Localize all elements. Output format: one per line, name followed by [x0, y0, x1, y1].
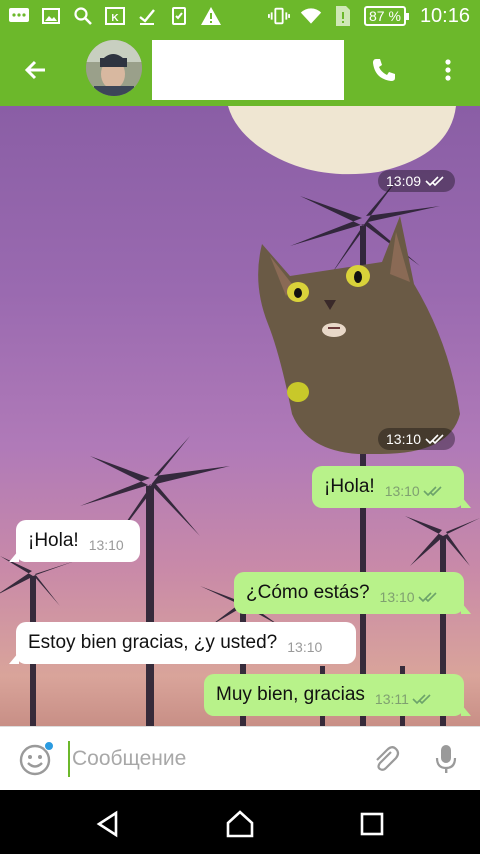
outgoing-message[interactable]: ¿Cómo estás? 13:10 [234, 572, 471, 614]
double-check-icon [425, 434, 444, 445]
message-time: 13:10 [384, 483, 420, 499]
nav-recents-button[interactable] [352, 804, 392, 844]
incoming-message[interactable]: Estoy bien gracias, ¿y usted? 13:10 [9, 622, 356, 664]
message-time: 13:10 [88, 537, 124, 553]
message-time: 13:10 [379, 589, 415, 605]
microphone-icon [435, 745, 457, 773]
notification-icons: K [8, 4, 222, 28]
message-composer [0, 726, 480, 790]
message-text: ¡Hola! [324, 476, 375, 497]
vibrate-icon [268, 5, 291, 27]
nav-home-button[interactable] [220, 804, 260, 844]
message-text: Estoy bien gracias, ¿y usted? [28, 632, 278, 653]
vk-icon: K [104, 5, 126, 27]
outgoing-message[interactable]: Muy bien, gracias 13:11 [204, 674, 471, 716]
search-icon [72, 5, 94, 27]
double-check-icon [418, 592, 437, 603]
arrow-left-icon [24, 60, 45, 80]
phone-icon [373, 59, 395, 81]
voice-record-button[interactable] [428, 741, 464, 777]
square-recents-icon [360, 812, 384, 836]
message-text: ¿Cómo estás? [246, 582, 370, 603]
message-text: ¡Hola! [28, 530, 79, 551]
message-time: 13:10 [386, 431, 422, 447]
contact-avatar[interactable] [86, 40, 142, 96]
contact-name[interactable] [152, 40, 344, 100]
attach-button[interactable] [368, 741, 404, 777]
clipboard-icon [168, 5, 190, 27]
sticker-message[interactable]: 13:10 [250, 214, 462, 455]
incoming-message[interactable]: ¡Hola! 13:10 [9, 520, 140, 562]
notification-dot [44, 741, 54, 751]
chat-area[interactable]: 13:09 13:10 ¡Hola! 13:10 ¡Hola! 13:10 ¿C… [0, 106, 480, 726]
message-text: Muy bien, gracias [216, 684, 365, 705]
emoji-button[interactable] [18, 741, 54, 777]
message-meta: 13:10 [378, 428, 456, 450]
message-icon [8, 5, 30, 27]
message-time: 13:11 [374, 691, 409, 707]
more-vert-icon [445, 59, 451, 81]
sticker-message[interactable]: 13:09 [228, 106, 456, 198]
battery-icon: 87 % [364, 6, 409, 26]
system-icons: 87 % 10:16 [268, 4, 470, 28]
message-meta: 13:09 [378, 170, 456, 192]
double-check-icon [425, 176, 444, 187]
message-time: 13:09 [386, 173, 422, 189]
call-button[interactable] [366, 52, 402, 88]
menu-button[interactable] [434, 52, 462, 88]
download-icon [136, 5, 158, 27]
double-check-icon [412, 694, 431, 705]
image-icon [40, 5, 62, 27]
svg-text:K: K [111, 13, 119, 24]
chat-toolbar [0, 32, 480, 106]
cat-sticker-image [258, 216, 460, 455]
message-meta: 13:10 [380, 589, 440, 605]
warning-icon [200, 5, 222, 27]
no-sim-icon [332, 5, 354, 27]
paperclip-icon [376, 746, 400, 771]
message-input[interactable] [68, 741, 348, 777]
home-icon [226, 810, 254, 838]
system-navigation-bar [0, 790, 480, 854]
double-check-icon [423, 486, 442, 497]
wifi-icon [300, 5, 322, 27]
message-meta: 13:11 [375, 691, 434, 707]
message-meta: 13:10 [385, 483, 445, 499]
status-bar: K 87 % 10:16 [0, 0, 480, 32]
outgoing-message[interactable]: ¡Hola! 13:10 [312, 466, 471, 508]
back-button[interactable] [18, 52, 54, 88]
nav-back-button[interactable] [88, 804, 128, 844]
clock: 10:16 [419, 4, 470, 27]
triangle-back-icon [96, 810, 118, 838]
sticker-image [228, 106, 456, 175]
message-time: 13:10 [287, 639, 323, 655]
